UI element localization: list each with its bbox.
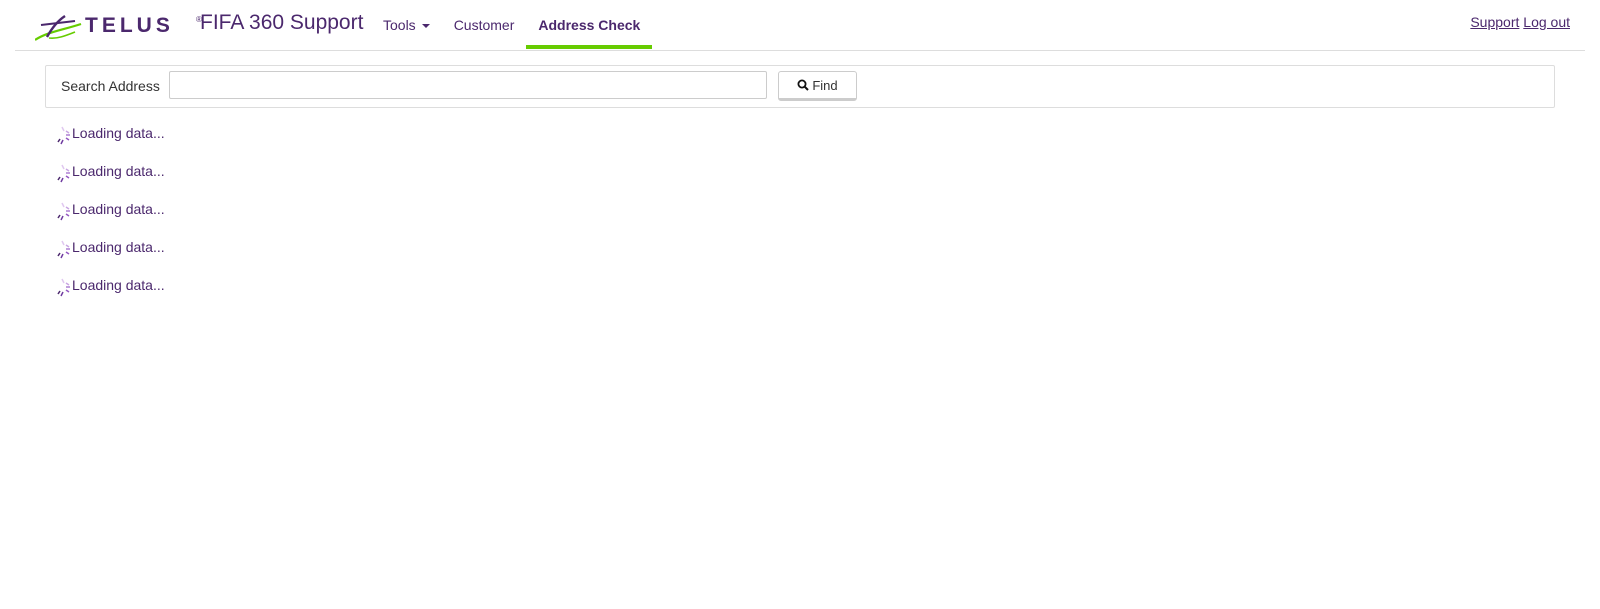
nav-tools-label: Tools [383, 17, 416, 33]
find-button[interactable]: Find [778, 71, 857, 101]
telus-logo[interactable]: TELUS ® [35, 12, 202, 42]
loading-text: Loading data... [72, 239, 165, 255]
main-nav: Tools Customer Address Check [371, 0, 653, 49]
find-button-label: Find [812, 77, 838, 93]
app-title: FIFA 360 Support [200, 11, 364, 34]
nav-address-check[interactable]: Address Check [526, 0, 653, 49]
loading-item: Loading data... [57, 237, 165, 275]
spinner-icon [57, 164, 70, 183]
loading-item: Loading data... [57, 199, 165, 237]
nav-tools-dropdown[interactable]: Tools [371, 0, 442, 49]
loading-text: Loading data... [72, 163, 165, 179]
loading-list: Loading data... Loading data... Loading … [57, 123, 165, 313]
logout-link[interactable]: Log out [1523, 14, 1570, 30]
spinner-icon [57, 278, 70, 297]
spinner-icon [57, 126, 70, 145]
logo-wordmark: TELUS [85, 14, 174, 37]
loading-item: Loading data... [57, 275, 165, 313]
loading-text: Loading data... [72, 277, 165, 293]
loading-item: Loading data... [57, 161, 165, 199]
loading-item: Loading data... [57, 123, 165, 161]
spinner-icon [57, 202, 70, 221]
search-address-label: Search Address [61, 78, 160, 94]
caret-down-icon [421, 24, 430, 29]
top-navbar: TELUS ® FIFA 360 Support Tools Customer … [15, 0, 1585, 51]
spinner-icon [57, 240, 70, 259]
top-links: Support Log out [1470, 14, 1570, 30]
nav-customer-label: Customer [453, 17, 515, 33]
search-address-input[interactable] [169, 71, 767, 99]
search-icon [797, 79, 810, 91]
loading-text: Loading data... [72, 125, 165, 141]
search-panel: Search Address Find [45, 65, 1555, 108]
telus-swoosh-icon [35, 15, 82, 41]
nav-address-check-label: Address Check [538, 17, 641, 33]
support-link[interactable]: Support [1470, 14, 1519, 30]
loading-text: Loading data... [72, 201, 165, 217]
nav-customer[interactable]: Customer [442, 0, 527, 49]
